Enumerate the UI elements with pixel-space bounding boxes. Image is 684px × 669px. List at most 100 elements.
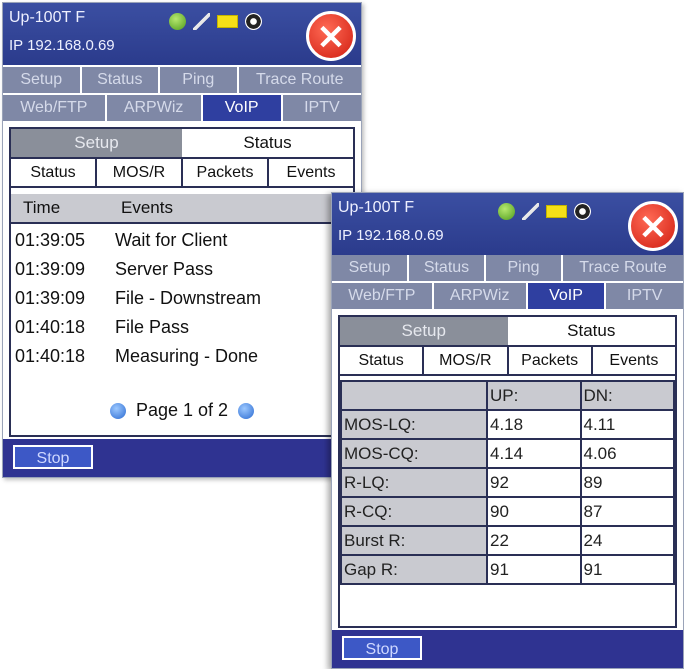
main-tabs-row-2: Web/FTP ARPWiz VoIP IPTV bbox=[332, 283, 683, 309]
device-name: Up-100T F bbox=[9, 9, 86, 26]
viewtab-events[interactable]: Events bbox=[269, 159, 353, 186]
list-item: 01:40:18 Measuring - Done bbox=[11, 342, 353, 371]
list-item: 01:40:18 File Pass bbox=[11, 313, 353, 342]
device-ip: IP 192.168.0.69 bbox=[9, 37, 115, 54]
tab-web-ftp[interactable]: Web/FTP bbox=[332, 283, 434, 309]
metric-up: 90 bbox=[486, 496, 582, 527]
table-row: MOS-LQ: 4.18 4.11 bbox=[340, 409, 675, 440]
metric-up: 91 bbox=[486, 554, 582, 585]
plug-icon bbox=[522, 203, 539, 220]
tab-iptv[interactable]: IPTV bbox=[282, 95, 361, 121]
header-events: Events bbox=[121, 198, 173, 217]
table-row: MOS-CQ: 4.14 4.06 bbox=[340, 438, 675, 469]
tab-voip[interactable]: VoIP bbox=[202, 95, 283, 121]
tab-trace-route[interactable]: Trace Route bbox=[238, 67, 361, 93]
sub-tabs: Setup Status bbox=[340, 317, 675, 345]
bottom-bar: Stop bbox=[3, 439, 361, 477]
globe-icon bbox=[169, 13, 186, 30]
metric-up: 22 bbox=[486, 525, 582, 556]
content-panel: Setup Status Status MOS/R Packets Events… bbox=[338, 315, 677, 628]
header-time: Time bbox=[23, 198, 61, 217]
device-screen-mos: Up-100T F IP 192.168.0.69 ✕ Setup Status… bbox=[331, 192, 684, 669]
metric-label: MOS-CQ: bbox=[340, 438, 488, 469]
events-list: 01:39:05 Wait for Client 01:39:09 Server… bbox=[11, 224, 353, 371]
main-tabs-row-2: Web/FTP ARPWiz VoIP IPTV bbox=[3, 95, 361, 121]
content-panel: Setup Status Status MOS/R Packets Events… bbox=[9, 127, 355, 437]
viewtab-packets[interactable]: Packets bbox=[508, 347, 593, 374]
metric-dn: 24 bbox=[579, 525, 675, 556]
tab-status[interactable]: Status bbox=[409, 255, 486, 281]
battery-icon bbox=[217, 15, 238, 28]
table-row: Gap R: 91 91 bbox=[340, 554, 675, 585]
view-tabs: Status MOS/R Packets Events bbox=[340, 345, 675, 376]
status-icons bbox=[498, 203, 591, 220]
event-time: 01:39:09 bbox=[15, 288, 86, 308]
events-header: Time Events bbox=[11, 194, 353, 224]
event-text: Measuring - Done bbox=[115, 346, 259, 366]
close-button[interactable]: ✕ bbox=[306, 11, 356, 61]
stop-button[interactable]: Stop bbox=[13, 445, 93, 469]
event-text: Wait for Client bbox=[115, 230, 228, 250]
globe-icon bbox=[498, 203, 515, 220]
header-dn: DN: bbox=[579, 380, 675, 411]
close-button[interactable]: ✕ bbox=[628, 201, 678, 251]
event-time: 01:39:05 bbox=[15, 230, 86, 250]
tab-ping[interactable]: Ping bbox=[486, 255, 563, 281]
speaker-icon bbox=[574, 203, 591, 220]
tab-ping[interactable]: Ping bbox=[160, 67, 239, 93]
viewtab-events[interactable]: Events bbox=[592, 347, 675, 374]
subtab-setup[interactable]: Setup bbox=[340, 317, 508, 345]
plug-icon bbox=[193, 13, 210, 30]
event-text: Server Pass bbox=[115, 259, 214, 279]
metric-up: 92 bbox=[486, 467, 582, 498]
metric-label: R-CQ: bbox=[340, 496, 488, 527]
device-name: Up-100T F bbox=[338, 199, 415, 216]
battery-icon bbox=[546, 205, 567, 218]
tab-iptv[interactable]: IPTV bbox=[606, 283, 683, 309]
subtab-setup[interactable]: Setup bbox=[11, 129, 182, 157]
table-row: R-CQ: 90 87 bbox=[340, 496, 675, 527]
metric-dn: 4.06 bbox=[579, 438, 675, 469]
device-ip: IP 192.168.0.69 bbox=[338, 227, 444, 244]
metric-up: 4.14 bbox=[486, 438, 582, 469]
view-tabs: Status MOS/R Packets Events bbox=[11, 157, 353, 188]
viewtab-status[interactable]: Status bbox=[340, 347, 425, 374]
tab-web-ftp[interactable]: Web/FTP bbox=[3, 95, 107, 121]
event-time: 01:40:18 bbox=[15, 317, 86, 337]
subtab-status[interactable]: Status bbox=[182, 129, 353, 157]
main-tabs-row-1: Setup Status Ping Trace Route bbox=[3, 67, 361, 93]
tab-arpwiz[interactable]: ARPWiz bbox=[106, 95, 203, 121]
bottom-bar: Stop bbox=[332, 630, 683, 668]
mos-table: UP: DN: MOS-LQ: 4.18 4.11 MOS-CQ: 4.14 4… bbox=[340, 380, 675, 585]
metric-dn: 4.11 bbox=[579, 409, 675, 440]
table-row: Burst R: 22 24 bbox=[340, 525, 675, 556]
next-page-icon[interactable] bbox=[238, 402, 255, 419]
stop-button[interactable]: Stop bbox=[342, 636, 422, 660]
tab-trace-route[interactable]: Trace Route bbox=[563, 255, 683, 281]
tab-setup[interactable]: Setup bbox=[332, 255, 409, 281]
tab-status[interactable]: Status bbox=[81, 67, 161, 93]
metric-label: Burst R: bbox=[340, 525, 488, 556]
device-screen-events: Up-100T F IP 192.168.0.69 ✕ Setup Status… bbox=[2, 2, 362, 478]
tab-setup[interactable]: Setup bbox=[3, 67, 82, 93]
viewtab-mos-r[interactable]: MOS/R bbox=[424, 347, 509, 374]
event-time: 01:40:18 bbox=[15, 346, 86, 366]
status-icons bbox=[169, 13, 262, 30]
header-blank bbox=[340, 380, 488, 411]
metric-label: MOS-LQ: bbox=[340, 409, 488, 440]
viewtab-packets[interactable]: Packets bbox=[183, 159, 269, 186]
previous-page-icon[interactable] bbox=[109, 402, 126, 419]
title-bar: Up-100T F IP 192.168.0.69 ✕ bbox=[332, 193, 683, 255]
list-item: 01:39:05 Wait for Client bbox=[11, 226, 353, 255]
event-text: File - Downstream bbox=[115, 288, 262, 308]
list-item: 01:39:09 File - Downstream bbox=[11, 284, 353, 313]
pager: Page 1 of 2 bbox=[11, 400, 353, 421]
header-up: UP: bbox=[486, 380, 582, 411]
subtab-status[interactable]: Status bbox=[507, 317, 675, 345]
list-item: 01:39:09 Server Pass bbox=[11, 255, 353, 284]
tab-voip[interactable]: VoIP bbox=[527, 283, 607, 309]
viewtab-mos-r[interactable]: MOS/R bbox=[97, 159, 183, 186]
tab-arpwiz[interactable]: ARPWiz bbox=[433, 283, 528, 309]
viewtab-status[interactable]: Status bbox=[11, 159, 97, 186]
table-row: R-LQ: 92 89 bbox=[340, 467, 675, 498]
